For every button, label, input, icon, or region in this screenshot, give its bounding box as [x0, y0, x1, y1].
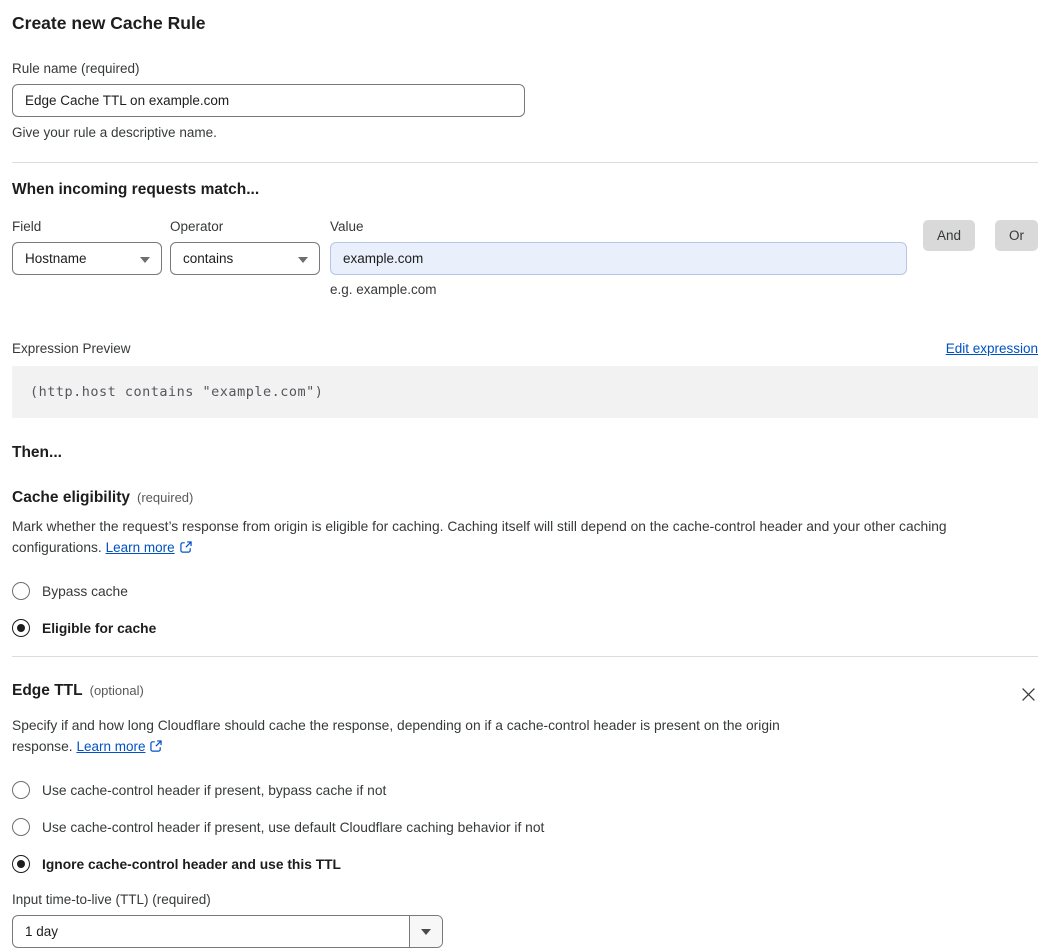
ttl-input-label: Input time-to-live (TTL) (required) — [12, 892, 211, 908]
cache-eligibility-options: Bypass cache Eligible for cache — [12, 582, 1038, 637]
close-icon[interactable] — [1019, 685, 1038, 706]
radio-use-header-default[interactable]: Use cache-control header if present, use… — [12, 818, 1038, 837]
field-select-value: Hostname — [25, 251, 87, 266]
edge-ttl-header: Edge TTL (optional) — [12, 682, 144, 700]
radio-icon — [12, 582, 30, 600]
edge-ttl-title: Edge TTL — [12, 682, 83, 699]
radio-icon — [12, 818, 30, 837]
cache-eligibility-title: Cache eligibility — [12, 489, 131, 506]
value-hint: e.g. example.com — [330, 282, 437, 297]
and-button[interactable]: And — [922, 220, 975, 251]
cache-eligibility-qualifier: (required) — [137, 490, 194, 505]
value-input[interactable] — [330, 242, 907, 275]
radio-checked-icon — [12, 619, 30, 637]
radio-use-header-bypass[interactable]: Use cache-control header if present, byp… — [12, 781, 1038, 800]
external-link-icon — [149, 738, 163, 759]
expression-preview-code: (http.host contains "example.com") — [12, 366, 1038, 418]
field-select[interactable]: Hostname — [12, 242, 162, 275]
operator-select[interactable]: contains — [170, 242, 320, 275]
rule-name-input[interactable] — [12, 84, 525, 117]
learn-more-link[interactable]: Learn more — [106, 540, 175, 555]
chevron-down-icon — [421, 928, 431, 935]
create-cache-rule-form: Create new Cache Rule Rule name (require… — [0, 0, 1058, 948]
edge-ttl-description: Specify if and how long Cloudflare shoul… — [12, 715, 844, 759]
field-label: Field — [12, 219, 42, 234]
match-heading: When incoming requests match... — [12, 181, 260, 198]
match-row: Field Hostname Operator contains Value e… — [12, 219, 1038, 297]
ttl-select[interactable]: 1 day — [12, 915, 443, 948]
external-link-icon — [179, 539, 193, 560]
rule-name-label: Rule name (required) — [12, 61, 140, 76]
cache-eligibility-header: Cache eligibility (required) — [12, 489, 1038, 507]
or-button[interactable]: Or — [995, 220, 1038, 251]
page-title: Create new Cache Rule — [12, 13, 206, 33]
edge-ttl-options: Use cache-control header if present, byp… — [12, 781, 1038, 874]
rule-name-section: Rule name (required) Give your rule a de… — [12, 61, 1038, 140]
learn-more-link[interactable]: Learn more — [76, 739, 145, 754]
rule-name-help: Give your rule a descriptive name. — [12, 125, 217, 140]
radio-bypass-cache[interactable]: Bypass cache — [12, 582, 1038, 600]
ttl-select-button[interactable] — [409, 916, 442, 948]
cache-eligibility-description: Mark whether the request’s response from… — [12, 516, 1038, 560]
expression-preview-label: Expression Preview — [12, 341, 131, 356]
operator-select-value: contains — [183, 251, 234, 266]
divider — [12, 162, 1038, 163]
radio-checked-icon — [12, 855, 30, 874]
chevron-down-icon — [140, 256, 150, 263]
edge-ttl-qualifier: (optional) — [89, 683, 144, 698]
radio-icon — [12, 781, 30, 800]
radio-eligible-for-cache[interactable]: Eligible for cache — [12, 619, 1038, 637]
chevron-down-icon — [298, 256, 308, 263]
then-heading: Then... — [12, 444, 62, 461]
divider — [12, 656, 1038, 657]
edit-expression-link[interactable]: Edit expression — [946, 341, 1038, 356]
value-label: Value — [330, 219, 364, 234]
operator-label: Operator — [170, 219, 224, 234]
radio-ignore-header-use-ttl[interactable]: Ignore cache-control header and use this… — [12, 855, 1038, 874]
ttl-select-value: 1 day — [25, 924, 59, 940]
